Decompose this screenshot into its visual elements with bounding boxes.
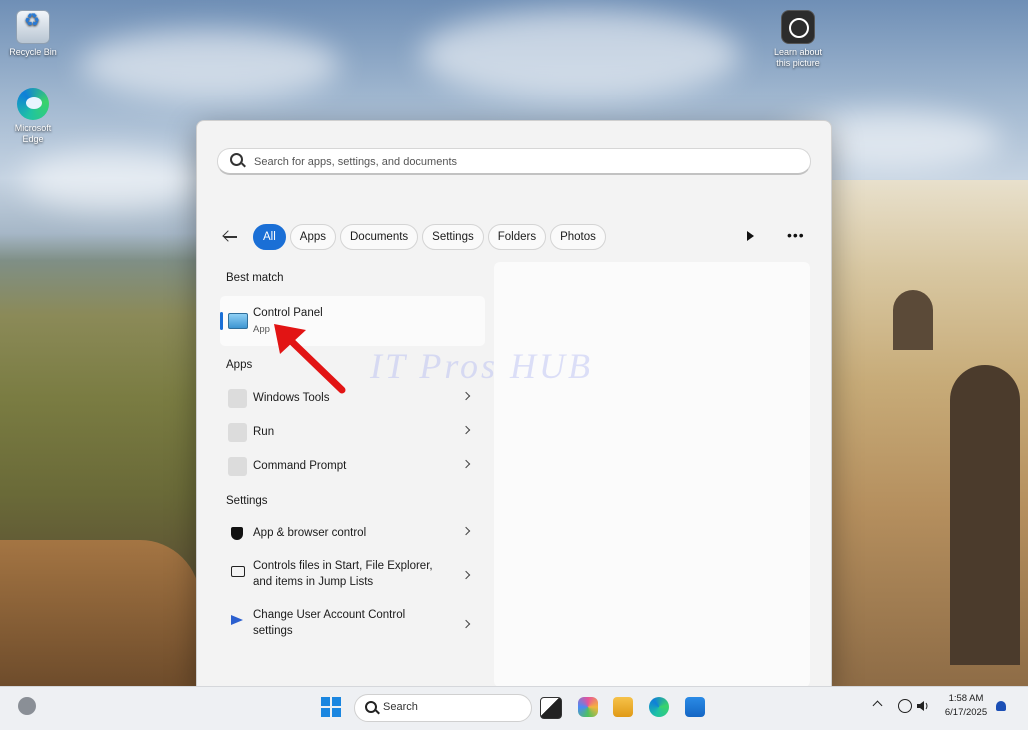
desktop-icon-label: Learn about this picture [773, 47, 823, 68]
setting-result-label: Change User Account Control settings [253, 609, 406, 637]
recycle-bin-icon [16, 10, 50, 44]
windows-logo-tile [321, 708, 330, 717]
control-panel-icon [228, 313, 248, 329]
shield-icon [231, 527, 243, 540]
result-preview-pane [494, 262, 810, 687]
best-match-name: Control Panel [253, 307, 323, 319]
desktop-icon-recycle-bin[interactable]: Recycle Bin [0, 10, 68, 58]
filter-bar: All Apps Documents Settings Folders Phot… [221, 224, 610, 250]
edge-icon [17, 88, 49, 120]
command-prompt-icon [228, 457, 247, 476]
more-options-icon[interactable]: ••• [787, 227, 805, 243]
filter-all[interactable]: All [253, 224, 286, 250]
taskbar-search-label: Search [383, 701, 418, 713]
filter-photos[interactable]: Photos [550, 224, 606, 250]
selection-indicator [220, 312, 223, 330]
clock-time: 1:58 AM [948, 693, 984, 704]
learn-about-picture-icon [781, 10, 815, 44]
app-result-windows-tools[interactable]: Windows Tools [220, 384, 485, 414]
windows-tools-icon [228, 389, 247, 408]
bridge-arch-small [893, 290, 933, 350]
setting-result-label: App & browser control [253, 527, 367, 539]
windows-logo-tile [332, 708, 341, 717]
desktop-icon-label: Recycle Bin [9, 47, 57, 57]
search-box[interactable] [217, 148, 811, 175]
chevron-right-icon[interactable] [461, 619, 471, 629]
start-button[interactable] [321, 697, 341, 717]
play-icon[interactable] [747, 231, 754, 241]
cloud [20, 150, 200, 210]
back-arrow-icon[interactable] [221, 227, 241, 247]
cliff-left [0, 540, 200, 686]
taskbar: Search 1:58 AM 6/17/2025 [0, 686, 1028, 730]
desktop-icon-learn-about-picture[interactable]: Learn about this picture [763, 10, 833, 69]
taskbar-search[interactable]: Search [354, 694, 532, 722]
system-clock[interactable]: 1:58 AM 6/17/2025 [936, 692, 996, 720]
setting-result-label: Controls files in Start, File Explorer, … [253, 560, 433, 588]
chevron-right-icon[interactable] [461, 526, 471, 536]
file-explorer-icon[interactable] [613, 697, 633, 717]
app-result-label: Run [253, 426, 275, 438]
cloud [80, 30, 340, 100]
cloud [420, 10, 740, 100]
app-result-command-prompt[interactable]: Command Prompt [220, 452, 485, 482]
network-globe-icon[interactable] [898, 699, 912, 713]
search-icon [230, 153, 243, 166]
chevron-right-icon[interactable] [461, 425, 471, 435]
desktop-icon-label: Microsoft Edge [14, 123, 52, 144]
chevron-right-icon[interactable] [461, 459, 471, 469]
red-annotation-arrow [274, 324, 346, 394]
bridge-arch [950, 365, 1020, 665]
microsoft-store-icon[interactable] [685, 697, 705, 717]
search-input[interactable] [252, 151, 796, 172]
best-match-heading: Best match [226, 272, 284, 284]
setting-result-start-jump-lists[interactable]: Controls files in Start, File Explorer, … [220, 554, 485, 598]
best-match-type: App [253, 324, 270, 335]
run-icon [228, 423, 247, 442]
windows-logo-tile [332, 697, 341, 706]
desktop-icon-microsoft-edge[interactable]: Microsoft Edge [0, 88, 68, 145]
setting-result-user-account-control[interactable]: Change User Account Control settings [220, 603, 485, 647]
app-result-label: Command Prompt [253, 460, 347, 472]
filter-folders[interactable]: Folders [487, 224, 547, 250]
app-result-run[interactable]: Run [220, 418, 485, 448]
copilot-icon[interactable] [578, 697, 598, 717]
notification-bell-icon[interactable] [996, 701, 1006, 711]
weather-widget-icon[interactable] [18, 697, 36, 715]
start-search-panel: All Apps Documents Settings Folders Phot… [196, 120, 832, 687]
start-menu-settings-icon [231, 566, 245, 577]
watermark: IT Pros HUB [370, 346, 594, 386]
clock-date: 6/17/2025 [944, 707, 988, 718]
setting-result-app-browser-control[interactable]: App & browser control [220, 519, 485, 549]
best-match-item-control-panel[interactable]: Control Panel App [220, 296, 485, 346]
edge-taskbar-icon[interactable] [649, 697, 669, 717]
volume-icon[interactable] [916, 699, 930, 713]
filter-documents[interactable]: Documents [340, 224, 419, 250]
chevron-right-icon[interactable] [461, 570, 471, 580]
apps-heading: Apps [226, 359, 253, 371]
windows-logo-tile [321, 697, 330, 706]
show-hidden-icons-chevron-icon[interactable] [872, 700, 883, 711]
task-view-icon[interactable] [540, 697, 562, 719]
chevron-right-icon[interactable] [461, 391, 471, 401]
uac-flag-icon [231, 615, 243, 625]
filter-apps[interactable]: Apps [289, 224, 336, 250]
search-icon [365, 701, 377, 713]
filter-settings[interactable]: Settings [422, 224, 484, 250]
settings-heading: Settings [226, 495, 268, 507]
